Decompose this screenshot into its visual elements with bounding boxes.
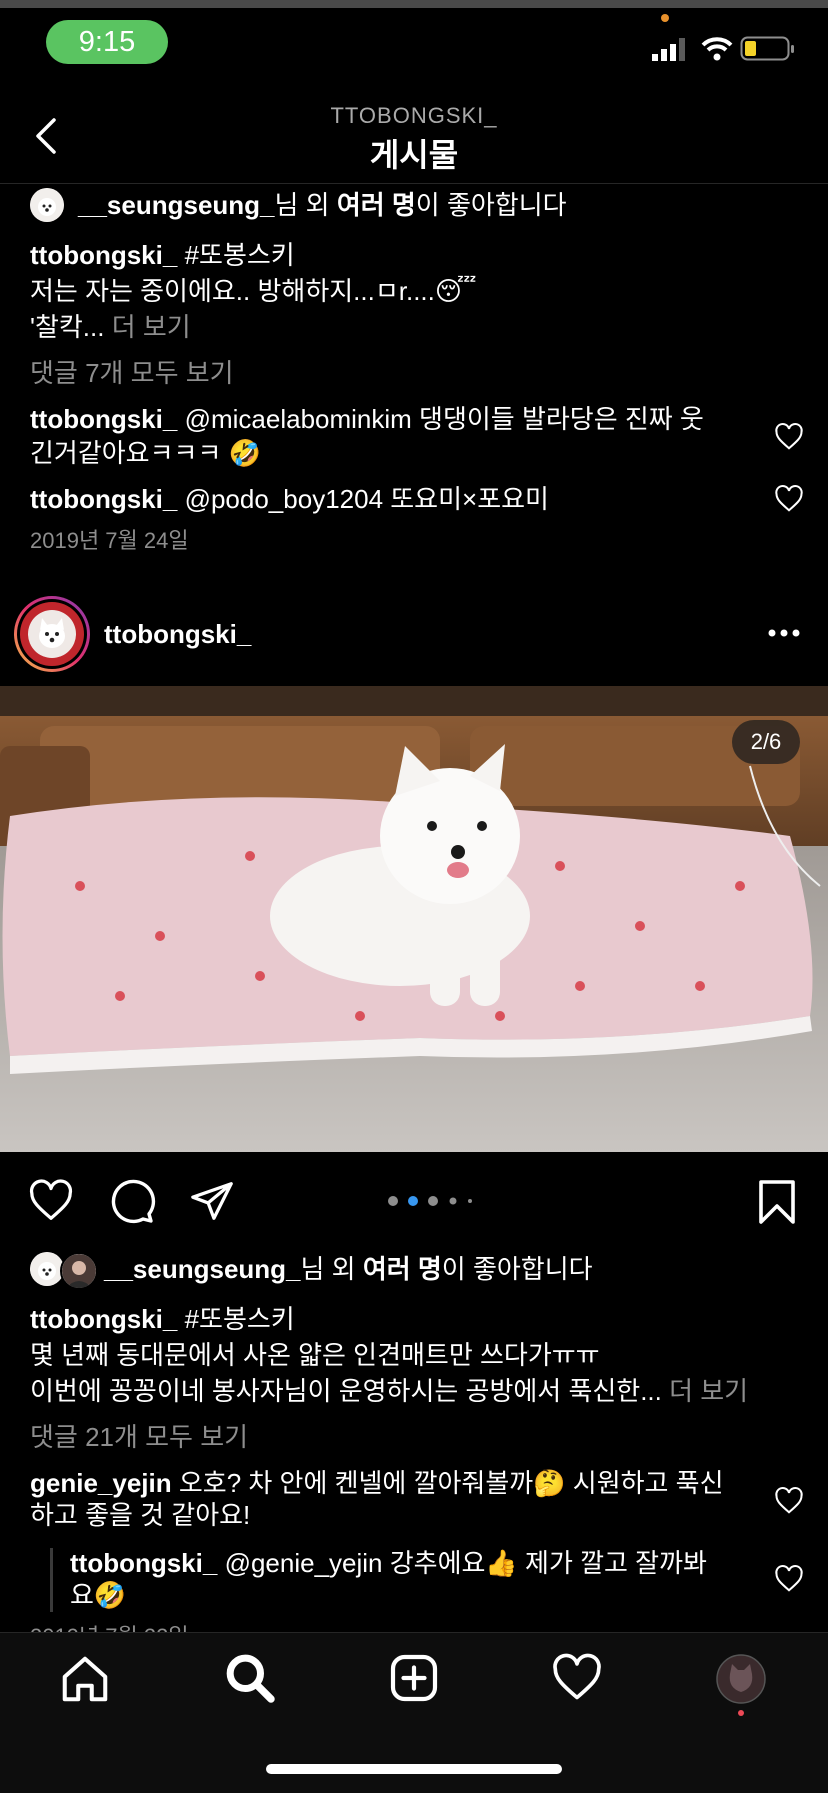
caption-line-1: ttobongski_ #또봉스키 [30, 1302, 295, 1336]
post-photo[interactable] [0, 686, 828, 1152]
reply-thread-line [50, 1548, 53, 1612]
notification-dot [738, 1710, 744, 1716]
more-options-icon[interactable] [766, 622, 802, 644]
search-icon[interactable] [222, 1650, 278, 1706]
comment-user[interactable]: ttobongski_ [30, 484, 177, 514]
comment-item: genie_yejin 오호? 차 안에 켄넬에 깔아줘볼까🤔 시원하고 푹신 [30, 1466, 724, 1500]
caption-text: 이번에 꽁꽁이네 봉사자님이 운영하시는 공방에서 푹신한... [30, 1376, 662, 1406]
carousel-dots [388, 1196, 472, 1206]
caption-line-3: '찰칵... 더 보기 [30, 310, 191, 344]
wifi-icon [701, 37, 733, 61]
comment-icon[interactable] [108, 1178, 156, 1226]
likes-others[interactable]: 여러 명 [363, 1254, 442, 1284]
likes-suffix: 님 외 [300, 1254, 363, 1284]
caption-text: '찰칵... [30, 312, 105, 342]
comment-text: @podo_boy1204 또요미×포요미 [184, 484, 549, 514]
caption-user[interactable]: ttobongski_ [30, 240, 177, 270]
comment-like-heart-icon[interactable] [774, 484, 804, 514]
liker-avatar[interactable] [30, 1252, 64, 1286]
comment-text: @genie_yejin 강추에요👍 제가 깔고 잘까봐 [224, 1548, 707, 1578]
likes-user[interactable]: __seungseung_ [78, 190, 275, 220]
liker-avatar[interactable] [30, 188, 64, 222]
battery-icon [740, 36, 794, 61]
caption-hashtag[interactable]: #또봉스키 [185, 1304, 295, 1334]
caption-hashtag[interactable]: #또봉스키 [185, 240, 295, 270]
home-indicator [266, 1764, 562, 1774]
story-ring[interactable] [14, 596, 90, 672]
home-icon[interactable] [58, 1652, 112, 1706]
likes-user[interactable]: __seungseung_ [104, 1254, 301, 1284]
profile-avatar[interactable] [20, 602, 84, 666]
caption-line-1: ttobongski_ #또봉스키 [30, 238, 295, 272]
comment-user[interactable]: ttobongski_ [70, 1548, 217, 1578]
more-link[interactable]: 더 보기 [669, 1376, 748, 1406]
share-icon[interactable] [188, 1178, 236, 1224]
comment-like-heart-icon[interactable] [774, 422, 804, 452]
profile-avatar-icon[interactable] [716, 1654, 766, 1704]
bookmark-icon[interactable] [756, 1178, 798, 1226]
cellular-signal-icon [652, 38, 685, 61]
reply-text-cont: 요🤣 [70, 1580, 127, 1610]
add-post-icon[interactable] [386, 1650, 442, 1706]
caption-line-2: 저는 자는 중이에요.. 방해하지...ㅁr....😴 [30, 276, 477, 306]
likes-suffix: 님 외 [274, 190, 337, 220]
privacy-indicator [661, 14, 669, 22]
view-all-comments[interactable]: 댓글 7개 모두 보기 [30, 356, 234, 390]
caption-user[interactable]: ttobongski_ [30, 1304, 177, 1334]
post-date: 2019년 7월 24일 [30, 528, 189, 553]
header-divider [0, 183, 828, 184]
caption-line-2: 몇 년째 동대문에서 사온 얇은 인견매트만 쓰다가ㅠㅠ [30, 1340, 600, 1370]
image-counter: 2/6 [732, 720, 800, 764]
likes-others[interactable]: 여러 명 [337, 190, 416, 220]
status-time: 9:15 [46, 20, 168, 64]
comment-item: ttobongski_ @micaelabominkim 댕댕이들 발라당은 진… [30, 402, 704, 436]
likes-tail: 이 좋아합니다 [441, 1254, 593, 1284]
comment-text-cont: 긴거같아요ㅋㅋㅋ 🤣 [30, 438, 261, 468]
comment-user[interactable]: genie_yejin [30, 1468, 172, 1498]
comment-like-heart-icon[interactable] [774, 1564, 804, 1594]
header-account: TTOBONGSKI_ [330, 103, 498, 128]
caption-line-3: 이번에 꽁꽁이네 봉사자님이 운영하시는 공방에서 푹신한... 더 보기 [30, 1374, 748, 1408]
liker-avatar[interactable] [60, 1252, 98, 1290]
likes-tail: 이 좋아합니다 [415, 190, 567, 220]
likes-summary[interactable]: __seungseung_님 외 여러 명이 좋아합니다 [78, 188, 567, 222]
like-heart-icon[interactable] [26, 1178, 76, 1224]
page-title: 게시물 [369, 137, 459, 173]
post-date: 2019년 7월 22일 [30, 1620, 189, 1632]
comment-item: ttobongski_ @podo_boy1204 또요미×포요미 [30, 482, 549, 516]
comment-like-heart-icon[interactable] [774, 1486, 804, 1516]
more-link[interactable]: 더 보기 [112, 312, 191, 342]
top-strip [0, 0, 828, 8]
activity-heart-icon[interactable] [550, 1652, 604, 1704]
comment-text-cont: 하고 좋을 것 같아요! [30, 1500, 251, 1530]
post-username[interactable]: ttobongski_ [104, 617, 251, 651]
comment-text: @micaelabominkim 댕댕이들 발라당은 진짜 웃 [184, 404, 704, 434]
comment-user[interactable]: ttobongski_ [30, 404, 177, 434]
view-all-comments[interactable]: 댓글 21개 모두 보기 [30, 1420, 248, 1454]
likes-summary[interactable]: __seungseung_님 외 여러 명이 좋아합니다 [104, 1252, 593, 1286]
reply-item: ttobongski_ @genie_yejin 강추에요👍 제가 깔고 잘까봐 [70, 1546, 707, 1580]
comment-text: 오호? 차 안에 켄넬에 깔아줘볼까🤔 시원하고 푹신 [178, 1468, 724, 1498]
